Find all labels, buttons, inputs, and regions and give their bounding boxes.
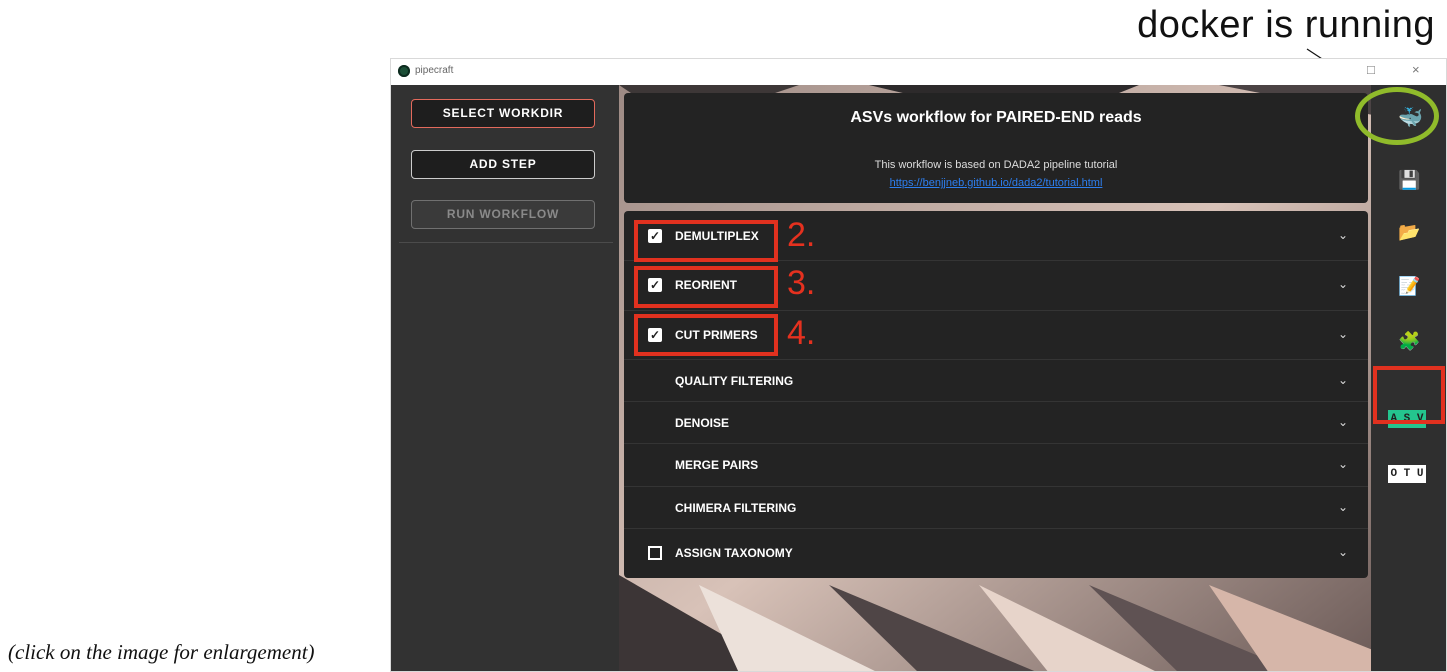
step-label-denoise: DENOISE — [675, 416, 730, 430]
save-icon[interactable]: 💾 — [1398, 170, 1420, 191]
step-denoise[interactable]: DENOISE ⌄ — [624, 401, 1368, 444]
step-chimera-filtering[interactable]: CHIMERA FILTERING ⌄ — [624, 486, 1368, 529]
checklist-icon[interactable]: 📝 — [1398, 276, 1420, 297]
step-label-chimera-filtering: CHIMERA FILTERING — [675, 501, 797, 515]
folder-open-icon[interactable]: 📂 — [1398, 222, 1420, 243]
chevron-down-icon[interactable]: ⌄ — [1338, 545, 1348, 559]
titlebar: pipecraft □ × — [391, 59, 1446, 86]
close-button[interactable]: × — [1412, 62, 1420, 77]
step-label-quality-filtering: QUALITY FILTERING — [675, 374, 794, 388]
tutorial-link[interactable]: https://benjjneb.github.io/dada2/tutoria… — [624, 177, 1368, 189]
chevron-down-icon[interactable]: ⌄ — [1338, 415, 1348, 429]
workflow-title: ASVs workflow for PAIRED-END reads — [850, 109, 1142, 126]
chevron-down-icon[interactable]: ⌄ — [1338, 277, 1348, 291]
highlight-cut-primers — [634, 314, 778, 356]
run-workflow-button[interactable]: RUN WORKFLOW — [411, 200, 595, 229]
caption: (click on the image for enlargement) — [8, 640, 315, 664]
add-step-button[interactable]: ADD STEP — [411, 150, 595, 179]
chevron-down-icon[interactable]: ⌄ — [1338, 457, 1348, 471]
highlight-reorient — [634, 266, 778, 308]
sidebar-divider — [399, 242, 613, 243]
highlight-demultiplex — [634, 220, 778, 262]
app-title: pipecraft — [415, 65, 454, 76]
highlight-asv-button — [1373, 366, 1445, 424]
step-quality-filtering[interactable]: QUALITY FILTERING ⌄ — [624, 359, 1368, 402]
chevron-down-icon[interactable]: ⌄ — [1338, 327, 1348, 341]
chevron-down-icon[interactable]: ⌄ — [1338, 500, 1348, 514]
otu-mode-button[interactable]: O T U — [1388, 465, 1426, 483]
step-number-3: 3. — [787, 264, 816, 302]
step-number-4: 4. — [787, 314, 816, 352]
step-assign-taxonomy[interactable]: ASSIGN TAXONOMY ⌄ — [624, 528, 1368, 578]
workflow-subtitle: This workflow is based on DADA2 pipeline… — [874, 159, 1118, 171]
select-workdir-button[interactable]: SELECT WORKDIR — [411, 99, 595, 128]
left-sidebar: SELECT WORKDIR ADD STEP RUN WORKFLOW — [391, 85, 619, 671]
step-number-2: 2. — [787, 216, 816, 254]
step-label-merge-pairs: MERGE PAIRS — [675, 458, 759, 472]
chevron-down-icon[interactable]: ⌄ — [1338, 228, 1348, 242]
app-window: pipecraft □ × SELECT WORKDIR ADD STEP RU… — [390, 58, 1447, 672]
chevron-down-icon[interactable]: ⌄ — [1338, 373, 1348, 387]
docker-annotation-title: docker is running — [1137, 4, 1435, 46]
assign-taxonomy-checkbox[interactable] — [648, 546, 662, 560]
step-label-assign-taxonomy: ASSIGN TAXONOMY — [675, 546, 793, 560]
puzzle-icon[interactable]: 🧩 — [1398, 331, 1420, 352]
maximize-button[interactable]: □ — [1367, 62, 1375, 77]
workflow-header: ASVs workflow for PAIRED-END reads This … — [624, 93, 1368, 203]
step-merge-pairs[interactable]: MERGE PAIRS ⌄ — [624, 443, 1368, 487]
app-logo-icon — [398, 65, 410, 77]
docker-highlight-oval — [1355, 87, 1439, 145]
